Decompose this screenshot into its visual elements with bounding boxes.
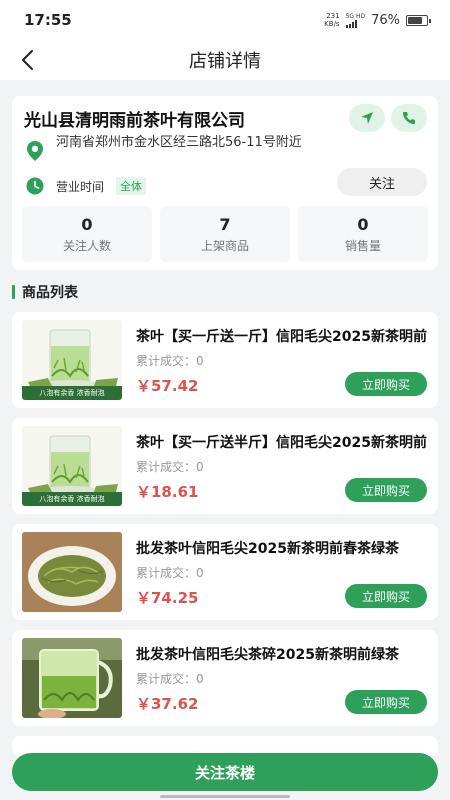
heading-accent-bar	[12, 285, 15, 299]
product-image-banner: 八泡有余香 浓香耐泡	[22, 386, 122, 400]
product-sold-count: 累计成交：0	[136, 566, 204, 580]
follow-button[interactable]: 关注	[337, 168, 427, 196]
product-sold-count: 累计成交：0	[136, 354, 204, 368]
buy-now-button[interactable]: 立即购买	[345, 690, 427, 714]
status-time: 17:55	[24, 11, 72, 29]
status-bar: 17:55 231 KB/s 5G HD 76%	[0, 0, 450, 40]
product-price: ￥37.62	[136, 695, 199, 713]
product-image	[22, 638, 122, 718]
product-price: ￥18.61	[136, 483, 199, 501]
product-image: 八泡有余香 浓香耐泡	[22, 320, 122, 400]
back-arrow-icon[interactable]	[16, 47, 42, 73]
stat-label: 销售量	[344, 239, 381, 253]
navigation-arrow-icon	[361, 112, 373, 124]
product-image-banner: 八泡有余香 浓香耐泡	[22, 492, 122, 506]
net-speed-value: 231	[326, 12, 340, 20]
product-name: 批发茶叶信阳毛尖2025新茶明前春茶绿茶	[136, 541, 399, 557]
stat-label: 上架商品	[200, 239, 249, 253]
stat-followers: 0 关注人数	[22, 206, 152, 262]
navigate-button[interactable]	[349, 104, 385, 132]
product-sold-count: 累计成交：0	[136, 672, 204, 686]
business-hours-tag: 全体	[116, 177, 146, 195]
product-list-title: 商品列表	[22, 285, 78, 301]
home-indicator	[160, 795, 290, 798]
clock-icon	[26, 177, 44, 195]
follow-shop-button[interactable]: 关注茶楼	[12, 753, 438, 791]
call-button[interactable]	[391, 104, 427, 132]
phone-icon	[403, 112, 415, 124]
net-speed: 231 KB/s	[324, 12, 339, 28]
product-price: ￥57.42	[136, 377, 199, 395]
shop-info-card: 光山县清明雨前茶叶有限公司 河南省郑州市金水区经三路北56-11号附近 营业时间…	[12, 96, 438, 270]
product-price: ￥74.25	[136, 589, 199, 607]
product-card[interactable]: 八泡有余香 浓香耐泡 茶叶【买一斤送一斤】信阳毛尖2025新茶明前 累计成交：0…	[12, 312, 438, 408]
product-sold-count: 累计成交：0	[136, 460, 204, 474]
buy-now-button[interactable]: 立即购买	[345, 372, 427, 396]
battery-icon	[406, 14, 431, 26]
net-speed-unit: KB/s	[324, 20, 340, 28]
product-card[interactable]: 八泡有余香 浓香耐泡 茶叶【买一斤送半斤】信阳毛尖2025新茶明前 累计成交：0…	[12, 418, 438, 514]
stat-label: 关注人数	[62, 239, 111, 253]
stat-products: 7 上架商品	[160, 206, 290, 262]
buy-now-button[interactable]: 立即购买	[345, 478, 427, 502]
page-title: 店铺详情	[189, 51, 261, 72]
shop-name: 光山县清明雨前茶叶有限公司	[24, 111, 245, 131]
business-hours-label: 营业时间	[56, 180, 105, 194]
product-image	[22, 532, 122, 612]
buy-now-button[interactable]: 立即购买	[345, 584, 427, 608]
product-name: 茶叶【买一斤送半斤】信阳毛尖2025新茶明前	[136, 435, 427, 451]
signal-icon: 5G HD	[345, 12, 366, 28]
nav-bar: 店铺详情	[0, 40, 450, 80]
stat-value: 0	[357, 215, 369, 234]
stat-value: 7	[219, 215, 231, 234]
stat-value: 0	[81, 215, 93, 234]
product-card[interactable]: 批发茶叶信阳毛尖2025新茶明前春茶绿茶 累计成交：0 ￥74.25 立即购买	[12, 524, 438, 620]
product-name: 茶叶【买一斤送一斤】信阳毛尖2025新茶明前	[136, 329, 427, 345]
status-indicators: 231 KB/s 5G HD 76%	[324, 12, 431, 28]
product-name: 批发茶叶信阳毛尖茶碎2025新茶明前绿茶	[136, 647, 399, 663]
stat-sales: 0 销售量	[298, 206, 428, 262]
shop-address: 河南省郑州市金水区经三路北56-11号附近	[56, 135, 302, 150]
battery-percent: 76%	[371, 12, 400, 28]
product-card[interactable]: 批发茶叶信阳毛尖茶碎2025新茶明前绿茶 累计成交：0 ￥37.62 立即购买	[12, 630, 438, 726]
network-type: 5G HD	[345, 12, 366, 20]
location-pin-icon	[26, 140, 44, 162]
product-list-heading: 商品列表	[12, 284, 78, 301]
product-image: 八泡有余香 浓香耐泡	[22, 426, 122, 506]
